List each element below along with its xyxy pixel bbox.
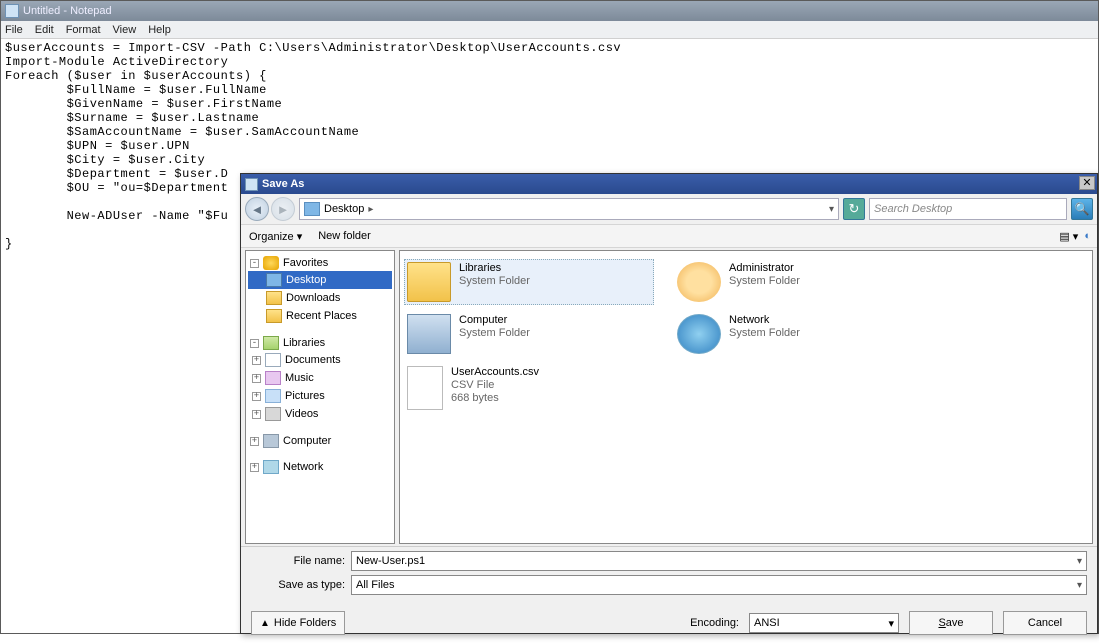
breadcrumb-text: Desktop [324, 203, 364, 215]
desktop-icon [266, 273, 282, 287]
network-icon [677, 314, 721, 354]
tree-computer[interactable]: +Computer [248, 433, 392, 449]
filename-input[interactable]: New-User.ps1▾ [351, 551, 1087, 571]
tree-libraries[interactable]: -Libraries [248, 335, 392, 351]
document-icon [265, 353, 281, 367]
chevron-up-icon: ▲ [260, 618, 270, 629]
menu-edit[interactable]: Edit [35, 24, 54, 36]
breadcrumb[interactable]: Desktop ▸ ▾ [299, 198, 839, 220]
tree-pictures[interactable]: +Pictures [248, 387, 392, 405]
view-button[interactable]: ▤ ▾ [1059, 230, 1078, 243]
tree-downloads[interactable]: Downloads [248, 289, 392, 307]
menu-view[interactable]: View [113, 24, 137, 36]
dropdown-icon[interactable]: ▾ [888, 617, 894, 630]
folder-icon [407, 262, 451, 302]
search-input[interactable]: Search Desktop [869, 198, 1067, 220]
item-network[interactable]: NetworkSystem Folder [674, 311, 924, 357]
saveas-icon [245, 178, 258, 191]
folder-icon [266, 291, 282, 305]
menu-file[interactable]: File [5, 24, 23, 36]
hide-folders-button[interactable]: ▲Hide Folders [251, 611, 345, 635]
encoding-label: Encoding: [690, 617, 739, 629]
filename-panel: File name: New-User.ps1▾ Save as type: A… [241, 546, 1097, 603]
refresh-button[interactable]: ↻ [843, 198, 865, 220]
tree-network[interactable]: +Network [248, 459, 392, 475]
saveas-title: Save As [262, 178, 304, 190]
menu-help[interactable]: Help [148, 24, 171, 36]
toolbar: Organize ▾ New folder ▤ ▾ ◐ [241, 224, 1097, 248]
breadcrumb-dropdown-icon[interactable]: ▾ [829, 204, 834, 215]
notepad-menu: File Edit Format View Help [1, 21, 1098, 39]
item-computer[interactable]: ComputerSystem Folder [404, 311, 654, 357]
type-label: Save as type: [251, 579, 351, 591]
tree-desktop[interactable]: Desktop [248, 271, 392, 289]
libraries-icon [263, 336, 279, 350]
nav-tree[interactable]: -Favorites Desktop Downloads Recent Plac… [245, 250, 395, 544]
computer-icon [407, 314, 451, 354]
back-button[interactable]: ◄ [245, 197, 269, 221]
filename-label: File name: [251, 555, 351, 567]
item-administrator[interactable]: AdministratorSystem Folder [674, 259, 924, 305]
organize-button[interactable]: Organize ▾ [249, 230, 302, 243]
tree-documents[interactable]: +Documents [248, 351, 392, 369]
picture-icon [265, 389, 281, 403]
star-icon [263, 256, 279, 270]
video-icon [265, 407, 281, 421]
tree-recent[interactable]: Recent Places [248, 307, 392, 325]
save-button[interactable]: Save [909, 611, 993, 635]
dialog-footer: ▲Hide Folders Encoding: ANSI▾ Save Cance… [241, 603, 1097, 643]
search-placeholder: Search Desktop [874, 203, 952, 215]
notepad-title: Untitled - Notepad [23, 5, 112, 17]
tree-videos[interactable]: +Videos [248, 405, 392, 423]
nav-bar: ◄ ► Desktop ▸ ▾ ↻ Search Desktop 🔍 [241, 194, 1097, 224]
item-libraries[interactable]: LibrariesSystem Folder [404, 259, 654, 305]
tree-favorites[interactable]: -Favorites [248, 255, 392, 271]
cancel-button[interactable]: Cancel [1003, 611, 1087, 635]
encoding-select[interactable]: ANSI▾ [749, 613, 899, 633]
search-button[interactable]: 🔍 [1071, 198, 1093, 220]
computer-icon [263, 434, 279, 448]
notepad-icon [5, 4, 19, 18]
network-icon [263, 460, 279, 474]
tree-music[interactable]: +Music [248, 369, 392, 387]
search-icon: 🔍 [1075, 202, 1090, 216]
file-icon [407, 366, 443, 410]
chevron-right-icon[interactable]: ▸ [368, 204, 373, 215]
help-button[interactable]: ◐ [1084, 230, 1091, 243]
notepad-titlebar[interactable]: Untitled - Notepad [1, 1, 1098, 21]
new-folder-button[interactable]: New folder [318, 230, 371, 242]
dropdown-icon[interactable]: ▾ [1077, 580, 1082, 591]
file-list[interactable]: LibrariesSystem Folder AdministratorSyst… [399, 250, 1093, 544]
dropdown-icon[interactable]: ▾ [1077, 556, 1082, 567]
close-button[interactable]: ✕ [1079, 176, 1095, 190]
music-icon [265, 371, 281, 385]
recent-icon [266, 309, 282, 323]
item-useraccounts-csv[interactable]: UserAccounts.csvCSV File668 bytes [404, 363, 654, 413]
save-as-dialog: Save As ✕ ◄ ► Desktop ▸ ▾ ↻ Search Deskt… [240, 173, 1098, 634]
type-select[interactable]: All Files▾ [351, 575, 1087, 595]
forward-button[interactable]: ► [271, 197, 295, 221]
menu-format[interactable]: Format [66, 24, 101, 36]
desktop-icon [304, 202, 320, 216]
user-icon [677, 262, 721, 302]
saveas-titlebar[interactable]: Save As ✕ [241, 174, 1097, 194]
